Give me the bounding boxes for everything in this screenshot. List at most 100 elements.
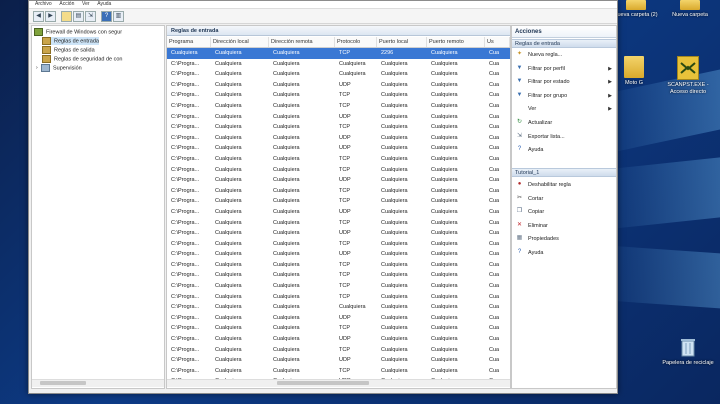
table-row[interactable]: C:\Progra... Cualquiera Cualquiera TCP Cualq…: [167, 366, 510, 377]
table-row[interactable]: C:\Progra... Cualquiera Cualquiera UDP Cualq…: [167, 133, 510, 144]
back-icon[interactable]: ◀: [33, 11, 44, 22]
tree-item-reglas-salida[interactable]: Reglas de salida: [42, 46, 95, 54]
action-item-eliminar[interactable]: ✕ Eliminar: [512, 220, 616, 233]
action-item-filtrar-por-estado[interactable]: ▼ Filtrar por estado ▶: [512, 76, 616, 89]
table-row[interactable]: C:\Progra... Cualquiera Cualquiera TCP Cualq…: [167, 292, 510, 303]
action-label: Ayuda: [528, 250, 544, 256]
table-row[interactable]: C:\Progra... Cualquiera Cualquiera UDP Cualq…: [167, 112, 510, 123]
menu-ver[interactable]: Ver: [82, 1, 90, 8]
table-row[interactable]: C:\Progra... Cualquiera Cualquiera UDP Cualq…: [167, 80, 510, 91]
table-row[interactable]: C:\Progra... Cualquiera Cualquiera TCP Cualq…: [167, 345, 510, 356]
table-row[interactable]: C:\Progra... Cualquiera Cualquiera TCP Cualq…: [167, 196, 510, 207]
table-cell: C:\Progra...: [171, 208, 200, 215]
action-item-filtrar-por-grupo[interactable]: ▼ Filtrar por grupo ▶: [512, 90, 616, 103]
action-item-ayuda[interactable]: ? Ayuda: [512, 144, 616, 157]
column-header[interactable]: Puerto remoto: [427, 37, 485, 47]
action-item-deshabilitar-regla[interactable]: ● Deshabilitar regla: [512, 179, 616, 192]
action-item-nueva-regla[interactable]: ✦ Nueva regla...: [512, 49, 616, 62]
menu-archivo[interactable]: Archivo: [35, 1, 52, 8]
table-row[interactable]: C:\Progra... Cualquiera Cualquiera TCP Cualq…: [167, 260, 510, 271]
rules-horizontal-scrollbar[interactable]: [167, 379, 510, 387]
table-row[interactable]: C:\Progra... Cualquiera Cualquiera TCP Cualq…: [167, 218, 510, 229]
action-item-copiar[interactable]: ❐ Copiar: [512, 206, 616, 219]
menu-accion[interactable]: Acción: [59, 1, 74, 8]
table-cell: Cualquiera: [381, 166, 408, 173]
table-row[interactable]: Cualquiera Cualquiera Cualquiera TCP 2296 Cua…: [167, 48, 510, 59]
desktop-icon-papelera[interactable]: Papelera de reciclaje: [662, 336, 714, 367]
table-cell: Cualquiera: [381, 81, 408, 88]
table-cell: Cualquiera: [273, 124, 300, 131]
table-cell: C:\Progra...: [171, 187, 200, 194]
column-header[interactable]: Dirección remota: [269, 37, 335, 47]
action-item-propiedades[interactable]: ▦ Propiedades: [512, 233, 616, 246]
table-cell: TCP: [339, 367, 350, 374]
table-row[interactable]: C:\Progra... Cualquiera Cualquiera TCP Cualq…: [167, 122, 510, 133]
column-header[interactable]: Us: [485, 37, 510, 47]
table-row[interactable]: C:\Progra... Cualquiera Cualquiera UDP Cualq…: [167, 228, 510, 239]
action-item-exportar-lista[interactable]: ⇲ Exportar lista...: [512, 131, 616, 144]
table-cell: Cualquiera: [273, 155, 300, 162]
table-row[interactable]: C:\Progra... Cualquiera Cualquiera Cualquie…: [167, 302, 510, 313]
table-cell: Cua: [489, 198, 500, 205]
menu-ayuda[interactable]: Ayuda: [97, 1, 111, 8]
table-row[interactable]: C:\Progra... Cualquiera Cualquiera UDP Cualq…: [167, 143, 510, 154]
actions-section-tutorial[interactable]: Tutorial_1: [512, 168, 616, 177]
action-item-filtrar-por-perfil[interactable]: ▼ Filtrar por perfil ▶: [512, 63, 616, 76]
table-cell: C:\Progra...: [171, 81, 200, 88]
table-row[interactable]: C:\Progra... Cualquiera Cualquiera UDP Cualq…: [167, 207, 510, 218]
delete-icon: ✕: [516, 221, 523, 228]
table-cell: C:\Progra...: [171, 336, 200, 343]
forward-icon[interactable]: ▶: [45, 11, 56, 22]
table-row[interactable]: C:\Progra... Cualquiera Cualquiera TCP Cualq…: [167, 270, 510, 281]
filter-icon: ▼: [516, 78, 523, 85]
table-row[interactable]: C:\Progra... Cualquiera Cualquiera TCP Cualq…: [167, 90, 510, 101]
show-hide-tree-icon[interactable]: ▤: [73, 11, 84, 22]
table-cell: Cua: [489, 357, 500, 364]
column-header[interactable]: Protocolo: [335, 37, 377, 47]
show-action-pane-icon[interactable]: ▥: [113, 11, 124, 22]
table-cell: UDP: [339, 208, 351, 215]
table-row[interactable]: C:\Progra... Cualquiera Cualquiera TCP Cualq…: [167, 165, 510, 176]
tree-item-firewall[interactable]: Firewall de Windows con segur: [34, 28, 122, 36]
table-row[interactable]: C:\Progra... Cualquiera Cualquiera TCP Cualq…: [167, 239, 510, 250]
table-row[interactable]: C:\Progra... Cualquiera Cualquiera Cualquie…: [167, 69, 510, 80]
table-row[interactable]: C:\Progra... Cualquiera Cualquiera UDP Cualq…: [167, 249, 510, 260]
tree-item-reglas-entrada[interactable]: Reglas de entrada: [42, 37, 99, 45]
table-row[interactable]: C:\Progra... Cualquiera Cualquiera UDP Cualq…: [167, 334, 510, 345]
table-row[interactable]: C:\Progra... Cualquiera Cualquiera TCP Cualq…: [167, 186, 510, 197]
table-row[interactable]: C:\Progra... Cualquiera Cualquiera UDP Cualq…: [167, 313, 510, 324]
table-row[interactable]: C:\Progra... Cualquiera Cualquiera UDP Cualq…: [167, 355, 510, 366]
action-item-actualizar[interactable]: ↻ Actualizar: [512, 117, 616, 130]
table-row[interactable]: C:\Progra... Cualquiera Cualquiera Cualquie…: [167, 59, 510, 70]
table-cell: Cualquiera: [381, 92, 408, 99]
up-folder-icon[interactable]: [61, 11, 72, 22]
table-cell: C:\Progra...: [171, 240, 200, 247]
column-header[interactable]: Puerto local: [377, 37, 427, 47]
help-icon[interactable]: ?: [101, 11, 112, 22]
table-row[interactable]: C:\Progra... Cualquiera Cualquiera UDP Cualq…: [167, 175, 510, 186]
column-header[interactable]: Dirección local: [211, 37, 269, 47]
table-cell: Cualquiera: [215, 346, 242, 353]
tree-item-supervision[interactable]: › Supervisión: [36, 64, 82, 72]
table-cell: Cua: [489, 166, 500, 173]
desktop-icon-scanpst[interactable]: SCANPST.EXE - Acceso directo: [662, 56, 714, 95]
table-row[interactable]: C:\Progra... Cualquiera Cualquiera TCP Cualq…: [167, 101, 510, 112]
scroll-thumb[interactable]: [277, 381, 369, 385]
action-item-ver[interactable]: Ver ▶: [512, 103, 616, 116]
table-cell: Cualquiera: [215, 102, 242, 109]
tree-horizontal-scrollbar[interactable]: [32, 379, 164, 387]
scroll-thumb[interactable]: [40, 381, 86, 385]
table-row[interactable]: C:\Progra... Cualquiera Cualquiera TCP Cualq…: [167, 281, 510, 292]
tree-item-reglas-seguridad[interactable]: Reglas de seguridad de con: [42, 55, 123, 63]
table-row[interactable]: C:\Progra... Cualquiera Cualquiera TCP Cualq…: [167, 323, 510, 334]
desktop-icon-nueva-carpeta[interactable]: Nueva carpeta: [664, 0, 716, 19]
column-header[interactable]: Programa: [167, 37, 211, 47]
table-cell: Cualquiera: [273, 145, 300, 152]
table-row[interactable]: C:\Progra... Cualquiera Cualquiera TCP Cualq…: [167, 154, 510, 165]
table-cell: Cualquiera: [215, 145, 242, 152]
actions-section-reglas-entrada[interactable]: Reglas de entrada: [512, 39, 616, 48]
export-icon[interactable]: ⇲: [85, 11, 96, 22]
action-item-cortar[interactable]: ✂ Cortar: [512, 193, 616, 206]
table-cell: C:\Progra...: [171, 261, 200, 268]
action-item-ayuda[interactable]: ? Ayuda: [512, 247, 616, 260]
